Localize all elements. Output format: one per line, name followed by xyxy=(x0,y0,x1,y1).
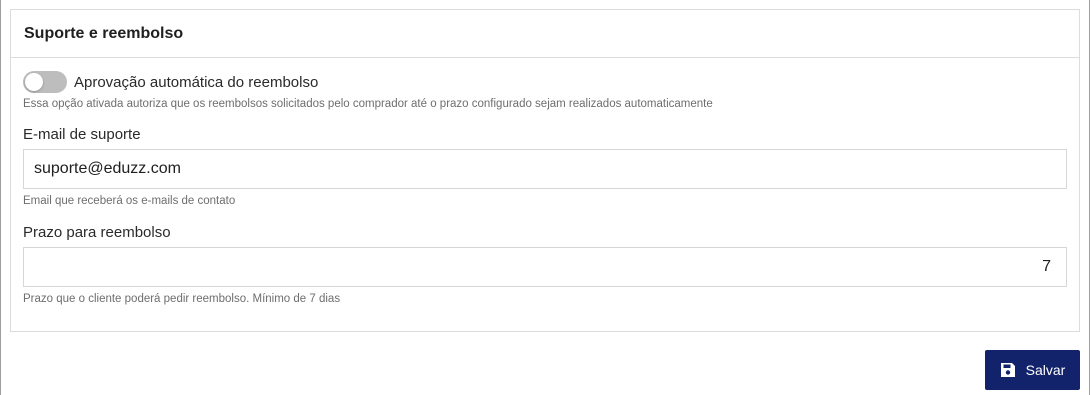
support-email-value: suporte@eduzz.com xyxy=(34,160,181,177)
card-body: Aprovação automática do reembolso Essa o… xyxy=(11,71,1079,305)
auto-refund-toggle[interactable] xyxy=(23,71,67,93)
support-email-input[interactable]: suporte@eduzz.com xyxy=(23,149,1067,189)
card-title: Suporte e reembolso xyxy=(24,24,184,42)
card-header: Suporte e reembolso xyxy=(11,10,1079,58)
save-button[interactable]: Salvar xyxy=(985,350,1080,390)
support-email-help: Email que receberá os e-mails de contato xyxy=(23,195,236,207)
auto-refund-help: Essa opção ativada autoriza que os reemb… xyxy=(23,98,713,110)
save-icon xyxy=(1000,362,1016,378)
support-email-label: E-mail de suporte xyxy=(23,126,141,143)
auto-refund-row: Aprovação automática do reembolso xyxy=(23,71,1067,93)
refund-period-input[interactable]: 7 xyxy=(23,247,1067,287)
refund-period-label: Prazo para reembolso xyxy=(23,224,171,241)
save-label: Salvar xyxy=(1025,362,1066,378)
auto-refund-label: Aprovação automática do reembolso xyxy=(74,73,319,91)
refund-period-value: 7 xyxy=(1042,258,1051,275)
support-refund-card: Suporte e reembolso Aprovação automática… xyxy=(10,9,1080,332)
refund-period-help: Prazo que o cliente poderá pedir reembol… xyxy=(23,293,341,305)
toggle-knob xyxy=(25,73,43,91)
